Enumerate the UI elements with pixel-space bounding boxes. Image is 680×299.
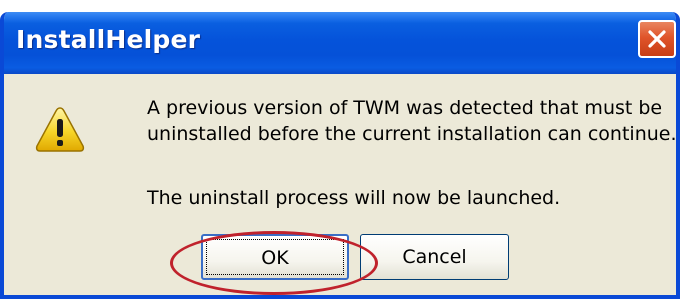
warning-icon (35, 107, 85, 152)
message-line-3: The uninstall process will now be launch… (147, 187, 561, 209)
cancel-button-label: Cancel (402, 246, 467, 268)
close-icon (648, 30, 666, 48)
close-button[interactable] (638, 20, 676, 58)
cancel-button[interactable]: Cancel (360, 234, 509, 280)
message-line-1: A previous version of TWM was detected t… (147, 97, 663, 119)
title-bar[interactable]: InstallHelper (4, 12, 676, 74)
message-line-2: uninstalled before the current installat… (147, 123, 677, 145)
install-helper-dialog: InstallHelper A previous version of TWM … (0, 12, 680, 299)
window-title: InstallHelper (16, 25, 201, 54)
highlight-ellipse (170, 231, 378, 295)
